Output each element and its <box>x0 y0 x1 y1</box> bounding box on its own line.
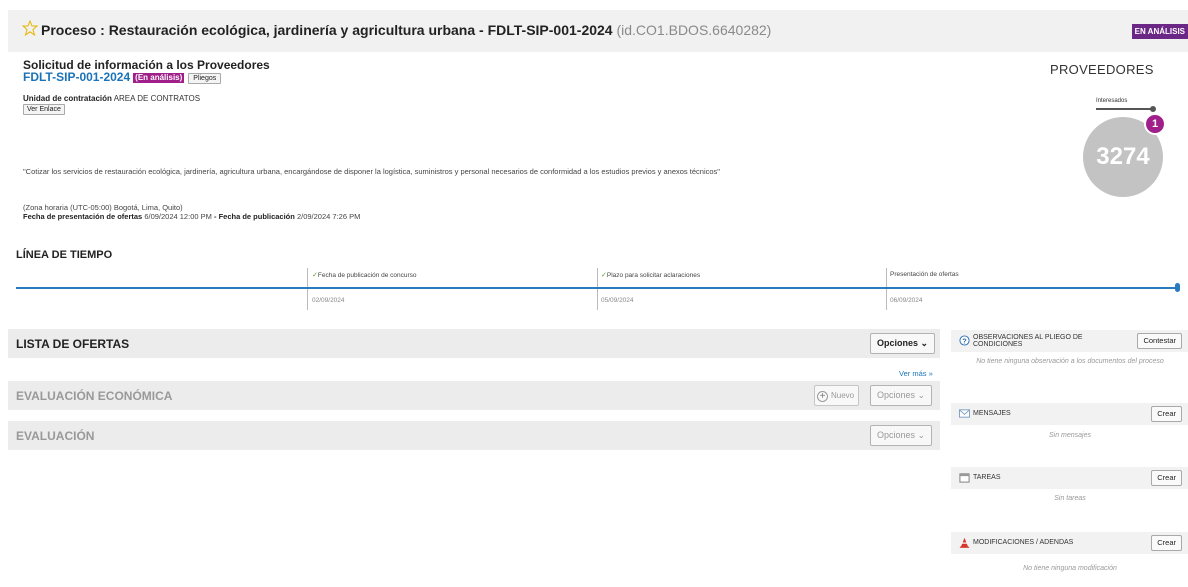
code-status-tag: (En análisis) <box>133 73 185 83</box>
interested-count-badge[interactable]: 1 <box>1144 113 1166 135</box>
ver-enlace-button[interactable]: Ver Enlace <box>23 104 65 115</box>
contracting-unit-label: Unidad de contratación <box>23 94 112 103</box>
timeline-event-label: Presentación de ofertas <box>890 271 959 278</box>
messages-note: Sin mensajes <box>1048 432 1092 439</box>
options-label: Opciones <box>877 338 919 348</box>
crear-task-button[interactable]: Crear <box>1151 470 1182 486</box>
timeline-tick-2 <box>597 268 598 310</box>
dates-separator: - <box>213 212 217 221</box>
process-title-text: Proceso : Restauración ecológica, jardin… <box>41 22 613 38</box>
request-code[interactable]: FDLT-SIP-001-2024 <box>23 70 130 84</box>
interested-connector <box>1096 108 1153 110</box>
nuevo-label: Nuevo <box>831 391 855 400</box>
economic-evaluation-title: EVALUACIÓN ECONÓMICA <box>16 389 173 403</box>
ver-mas-link[interactable]: Ver más » <box>899 369 933 378</box>
modifications-title: MODIFICACIONES / ADENDAS <box>973 539 1074 546</box>
warning-cone-icon <box>959 537 970 548</box>
svg-text:?: ? <box>962 336 967 345</box>
chevron-down-icon: ⌄ <box>920 338 929 348</box>
interested-dot <box>1150 106 1156 112</box>
favorite-star-icon[interactable] <box>22 20 38 36</box>
publication-date-value: 2/09/2024 7:26 PM <box>296 212 361 221</box>
timeline-event-text: Fecha de publicación de concurso <box>317 272 417 279</box>
economic-evaluation-section: EVALUACIÓN ECONÓMICA + Nuevo Opciones ⌄ <box>8 381 940 410</box>
contracting-unit: Unidad de contratación AREA DE CONTRATOS <box>23 94 200 103</box>
dates-block: (Zona horaria (UTC-05:00) Bogotá, Lima, … <box>23 203 360 221</box>
timeline-tick-1 <box>307 268 308 310</box>
envelope-icon <box>959 409 970 418</box>
options-label: Opciones <box>877 390 916 400</box>
nuevo-button[interactable]: + Nuevo <box>814 385 860 406</box>
timeline-event-date: 05/09/2024 <box>601 297 634 304</box>
offers-options-button[interactable]: Opciones ⌄ <box>870 333 936 354</box>
request-code-row: FDLT-SIP-001-2024 (En análisis) Pliegos <box>23 70 222 84</box>
status-badge: EN ANÁLISIS <box>1131 24 1188 39</box>
crear-message-button[interactable]: Crear <box>1151 406 1182 422</box>
timeline-event-date: 02/09/2024 <box>312 297 345 304</box>
messages-panel: MENSAJES Crear <box>951 403 1188 425</box>
timeline-event-text: Plazo para solicitar aclaraciones <box>606 272 701 279</box>
process-header: Proceso : Restauración ecológica, jardin… <box>8 10 1188 52</box>
evaluation-title: EVALUACIÓN <box>16 429 95 443</box>
evaluation-section: EVALUACIÓN Opciones ⌄ <box>8 421 940 450</box>
tasks-panel: TAREAS Crear <box>951 467 1188 489</box>
interested-label: Interesados <box>1096 98 1128 104</box>
publication-date-label: Fecha de publicación <box>218 212 295 221</box>
tasks-title: TAREAS <box>973 474 1001 481</box>
options-label: Opciones <box>877 430 916 440</box>
page: Proceso : Restauración ecológica, jardin… <box>0 0 1188 587</box>
providers-title: PROVEEDORES <box>1050 62 1154 77</box>
offers-date-label: Fecha de presentación de ofertas <box>23 212 143 221</box>
economic-options-button[interactable]: Opciones ⌄ <box>870 385 933 406</box>
messages-title: MENSAJES <box>973 410 1011 417</box>
modifications-note: No tiene ninguna modificación <box>1023 565 1117 572</box>
offers-date-value: 6/09/2024 12:00 PM <box>144 212 212 221</box>
timeline-event-label: ✓Plazo para solicitar aclaraciones <box>601 271 700 279</box>
observations-panel: ? OBSERVACIONES AL PLIEGO DE CONDICIONES… <box>951 330 1188 352</box>
process-title: Proceso : Restauración ecológica, jardin… <box>41 22 771 38</box>
chevron-down-icon: ⌄ <box>917 390 926 400</box>
timeline-end-marker <box>1175 283 1180 292</box>
chevron-down-icon: ⌄ <box>917 430 926 440</box>
dates-line: Fecha de presentación de ofertas 6/09/20… <box>23 212 360 221</box>
contracting-unit-value: AREA DE CONTRATOS <box>113 94 201 103</box>
question-icon: ? <box>959 335 970 346</box>
contestar-button[interactable]: Contestar <box>1137 333 1182 349</box>
timeline-event-date: 06/09/2024 <box>890 297 923 304</box>
offers-list-title: LISTA DE OFERTAS <box>16 337 130 351</box>
crear-modification-button[interactable]: Crear <box>1151 535 1182 551</box>
timeline-event-label: ✓Fecha de publicación de concurso <box>312 271 417 279</box>
tasks-note: Sin tareas <box>1054 495 1086 502</box>
pliegos-button[interactable]: Pliegos <box>188 73 222 84</box>
timeline-event-text: Presentación de ofertas <box>890 271 959 278</box>
process-description: "Cotizar los servicios de restauración e… <box>23 167 720 176</box>
timezone: (Zona horaria (UTC-05:00) Bogotá, Lima, … <box>23 203 183 212</box>
timeline-title: LÍNEA DE TIEMPO <box>16 249 113 261</box>
offers-list-section: LISTA DE OFERTAS Opciones ⌄ <box>8 329 940 358</box>
plus-circle-icon: + <box>817 391 828 402</box>
observations-note: No tiene ninguna observación a los docum… <box>976 358 1164 365</box>
timeline-tick-3 <box>886 268 887 310</box>
process-summary: Solicitud de información a los Proveedor… <box>8 52 1188 236</box>
evaluation-options-button[interactable]: Opciones ⌄ <box>870 425 933 446</box>
process-id: (id.CO1.BDOS.6640282) <box>616 22 772 38</box>
modifications-panel: MODIFICACIONES / ADENDAS Crear <box>951 532 1188 554</box>
observations-title: OBSERVACIONES AL PLIEGO DE CONDICIONES <box>973 334 1083 348</box>
timeline-bar <box>16 287 1180 289</box>
calendar-icon <box>959 473 970 483</box>
